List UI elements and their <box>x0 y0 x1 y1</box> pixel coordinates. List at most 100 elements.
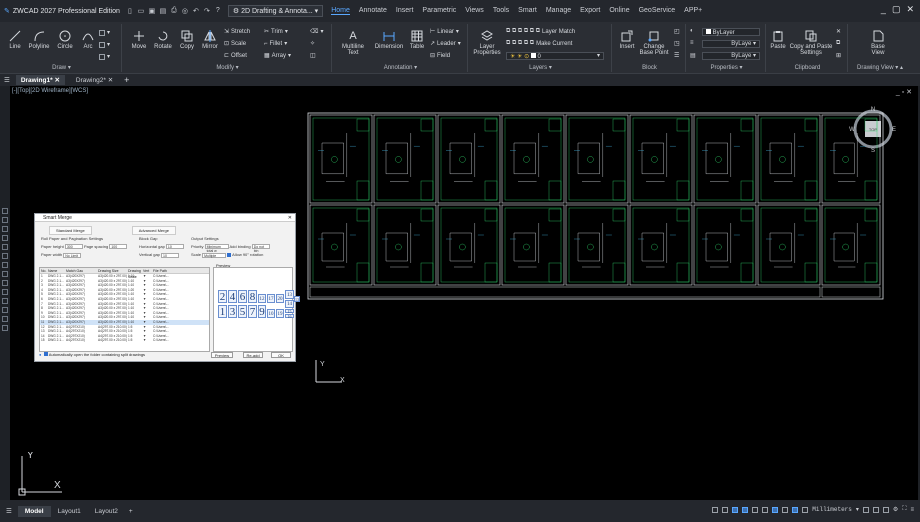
color-dropdown[interactable]: ByLayer <box>702 28 760 36</box>
scale-button[interactable]: ⊡ Scale <box>224 40 246 48</box>
change-base-point-button[interactable]: Change Base Point <box>638 30 670 56</box>
linetype-button[interactable]: ▤ <box>690 52 696 59</box>
move-button[interactable]: Move <box>128 30 150 50</box>
mirror-button[interactable]: Mirror <box>198 30 222 50</box>
draw-panel-title[interactable]: Draw ▾ <box>2 64 121 71</box>
join-button[interactable]: ◫ <box>310 52 316 59</box>
tab-parametric[interactable]: Parametric <box>422 7 456 15</box>
selection-cycling-icon[interactable] <box>792 506 799 513</box>
undo-icon[interactable]: ↶ <box>192 7 200 15</box>
lineweight-toggle-icon[interactable] <box>772 506 779 513</box>
doc-tab-drawing1[interactable]: Drawing1* ✕ <box>15 75 65 85</box>
tool-icon[interactable] <box>2 298 8 304</box>
tool-icon[interactable] <box>2 271 8 277</box>
dimension-button[interactable]: Dimension <box>372 30 406 50</box>
polar-icon[interactable] <box>742 506 749 513</box>
tab-advanced-merge[interactable]: Advanced Merge <box>131 226 176 235</box>
col-vert[interactable]: Vert <box>143 268 153 273</box>
insert-block-button[interactable]: Insert <box>616 30 638 50</box>
lineweight-dropdown[interactable]: ByLaye ▾ <box>702 52 760 60</box>
col-scale[interactable]: Drawing Scale <box>128 268 143 279</box>
cut-button[interactable]: ✕ <box>836 28 841 35</box>
table-button[interactable]: Table <box>406 30 428 50</box>
vertical-gap-input[interactable]: 10 <box>161 252 180 258</box>
tool-icon[interactable] <box>2 235 8 241</box>
paper-height-input[interactable]: 300 <box>64 244 83 250</box>
tool-icon[interactable] <box>2 325 8 331</box>
erase-button[interactable]: ⌫ ▾ <box>310 28 324 35</box>
col-size[interactable]: Drawing Size <box>98 268 128 273</box>
layer-tools-row1[interactable]: ⧉ ⧉ ⧉ ⧉ ⧉ ⧉ Layer Match <box>506 28 575 35</box>
field-button[interactable]: ⊟ Field <box>430 52 450 60</box>
customize-icon[interactable]: ≡ <box>910 507 914 513</box>
edit-block-button[interactable]: ◳ <box>674 40 680 47</box>
tab-online[interactable]: Online <box>609 7 629 15</box>
tool-icon[interactable] <box>2 280 8 286</box>
tool-icon[interactable] <box>2 316 8 322</box>
snap-icon[interactable] <box>722 506 729 513</box>
linear-button[interactable]: ⊢ Linear ▾ <box>430 28 459 36</box>
multiline-text-button[interactable]: A Multiline Text <box>336 30 370 56</box>
preview-button[interactable]: Preview <box>211 352 233 358</box>
region-button[interactable]: ▾ <box>99 53 110 60</box>
tool-icon[interactable] <box>2 253 8 259</box>
save-as-icon[interactable]: ▤ <box>159 7 167 15</box>
merged-drawing-sheets[interactable] <box>307 112 884 300</box>
rotate-button[interactable]: Rotate <box>150 30 176 50</box>
base-view-button[interactable]: Base View <box>864 30 892 56</box>
horizontal-gap-input[interactable]: 10 <box>165 244 184 250</box>
col-path[interactable]: File Path <box>153 268 173 273</box>
layout1-tab[interactable]: Layout1 <box>51 506 88 517</box>
layers-panel-title[interactable]: Layers ▾ <box>470 64 611 71</box>
tab-app-plus[interactable]: APP+ <box>684 7 702 15</box>
scale-select[interactable]: Multiple <box>202 252 227 258</box>
stretch-button[interactable]: ⇲ Stretch <box>224 28 250 36</box>
tab-smart[interactable]: Smart <box>518 7 537 15</box>
new-file-icon[interactable]: ▯ <box>126 7 134 15</box>
copy-clip-button[interactable]: ⧉ <box>836 40 840 47</box>
tab-views[interactable]: Views <box>465 7 484 15</box>
tab-home[interactable]: Home <box>331 7 350 15</box>
tool-icon[interactable] <box>2 262 8 268</box>
dialog-close-icon[interactable]: ✕ <box>288 214 292 222</box>
array-button[interactable]: ▦ Array ▾ <box>264 52 291 60</box>
leader-button[interactable]: ↗ Leader ▾ <box>430 40 461 48</box>
tab-geoservice[interactable]: GeoService <box>639 7 676 15</box>
allow-rotation-checkbox[interactable] <box>227 253 232 258</box>
tab-insert[interactable]: Insert <box>396 7 414 15</box>
tool-icon[interactable] <box>2 208 8 214</box>
layer-tools-row2[interactable]: ⧉ ⧉ ⧉ ⧉ ⧉ Make Current <box>506 40 572 47</box>
paper-width-input[interactable]: No Limit <box>63 252 82 258</box>
tool-icon[interactable] <box>2 244 8 250</box>
menu-icon[interactable]: ☰ <box>4 76 10 84</box>
page-spacing-input[interactable]: 100 <box>109 244 128 250</box>
copy-button[interactable]: Copy <box>176 30 198 50</box>
tool-icon[interactable] <box>2 289 8 295</box>
doc-tab-drawing2[interactable]: Drawing2* ✕ <box>71 75 118 85</box>
copy-base-button[interactable]: ⊞ <box>836 52 841 59</box>
layer-properties-button[interactable]: Layer Properties <box>472 30 502 56</box>
explode-button[interactable]: ✧ <box>310 40 315 47</box>
print-icon[interactable]: ⎙ <box>170 7 178 15</box>
lineweight-button[interactable]: ≡ <box>690 40 694 46</box>
settings-gear-icon[interactable]: ⚙ <box>893 506 898 513</box>
new-tab-icon[interactable]: + <box>124 75 129 85</box>
viewport-label[interactable]: [-][Top][2D Wireframe][WCS] <box>12 88 88 94</box>
copy-paste-settings-button[interactable]: Copy and Paste Settings <box>788 30 834 56</box>
rectangle-button[interactable]: ▾ <box>99 29 110 36</box>
create-block-button[interactable]: ◰ <box>674 28 680 35</box>
tool-icon[interactable] <box>2 217 8 223</box>
add-binding-select[interactable]: Do not bin <box>251 244 270 253</box>
layout2-tab[interactable]: Layout2 <box>88 506 125 517</box>
tab-manage[interactable]: Manage <box>546 7 571 15</box>
minimize-icon[interactable]: _ <box>881 4 886 15</box>
auto-open-checkbox[interactable] <box>43 352 48 356</box>
circle-button[interactable]: Circle <box>54 30 76 50</box>
close-icon[interactable]: ✕ <box>906 4 914 15</box>
tool-icon[interactable] <box>2 307 8 313</box>
viewport-controls[interactable]: _ ▫ ✕ <box>896 88 912 96</box>
linetype-dropdown[interactable]: ByLaye ▾ <box>702 40 760 48</box>
layer-dropdown[interactable]: ☀ ☀ ⊙ 0 ▾ <box>506 52 604 60</box>
offset-button[interactable]: ⊏ Offset <box>224 52 247 60</box>
ok-button[interactable]: OK <box>271 352 291 358</box>
